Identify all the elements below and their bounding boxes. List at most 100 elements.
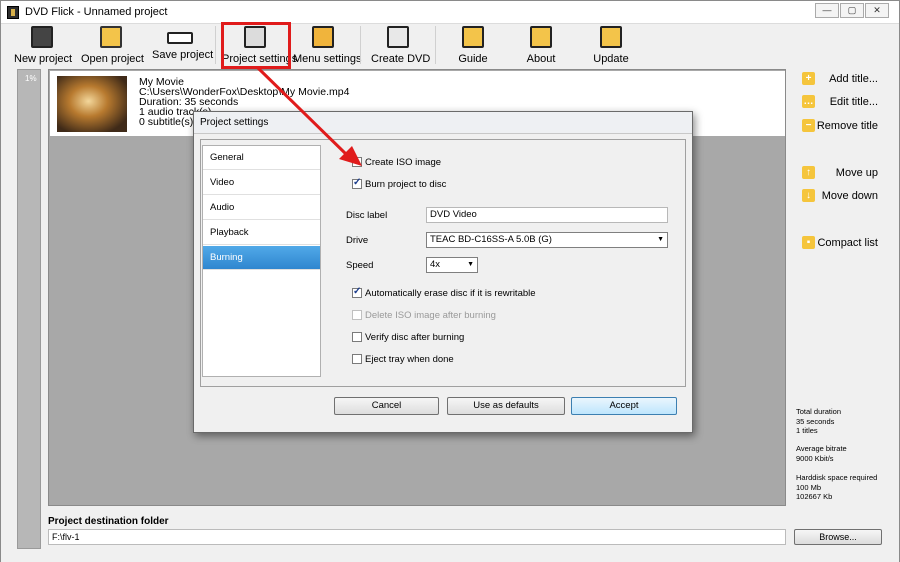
auto-erase-label: Automatically erase disc if it is rewrit… [365, 288, 536, 299]
total-duration-label: Total duration [796, 407, 842, 416]
stats-disk-space: Harddisk space required 100 Mb 102667 Kb [796, 473, 877, 502]
create-dvd-icon [387, 26, 409, 48]
arrow-down-icon: ↓ [802, 189, 815, 202]
move-up-label: Move up [835, 167, 878, 179]
disk-space-label: Harddisk space required [796, 473, 878, 482]
create-iso-label: Create ISO image [365, 157, 442, 168]
edit-title-button[interactable]: … Edit title... [802, 94, 892, 110]
guide-button[interactable]: Guide [456, 26, 490, 66]
disk-space-kb: 102667 Kb [796, 492, 833, 501]
film-strip-icon [31, 26, 53, 48]
create-dvd-button[interactable]: Create DVD [371, 26, 431, 66]
compact-list-icon: ▪ [802, 236, 815, 249]
nav-item-audio[interactable]: Audio [203, 196, 320, 220]
disc-label-input[interactable]: DVD Video [426, 207, 668, 223]
create-dvd-label: Create DVD [371, 53, 431, 65]
avg-bitrate-value: 9000 Kbit/s [796, 453, 834, 463]
remove-title-button[interactable]: − Remove title [802, 118, 892, 134]
speed-label: Speed [346, 260, 374, 271]
about-button[interactable]: About [524, 26, 558, 66]
chevron-down-icon: ▼ [467, 261, 474, 268]
burn-to-disc-checkbox[interactable] [352, 177, 362, 189]
move-down-button[interactable]: ↓ Move down [802, 188, 892, 204]
nav-item-burning[interactable]: Burning [203, 246, 320, 270]
use-as-defaults-button[interactable]: Use as defaults [447, 397, 565, 415]
folder-icon [100, 26, 122, 48]
title-subtitles: 0 subtitle(s) [139, 116, 194, 128]
nav-item-video[interactable]: Video [203, 171, 320, 195]
dialog-title: Project settings [200, 117, 269, 128]
about-icon [530, 26, 552, 48]
avg-bitrate-label: Average bitrate [796, 444, 847, 453]
app-icon [7, 6, 19, 19]
menu-settings-button[interactable]: Menu settings [293, 26, 362, 66]
remove-title-label: Remove title [816, 120, 878, 132]
delete-iso-label: Delete ISO image after burning [365, 310, 496, 321]
open-project-label: Open project [81, 53, 144, 65]
save-project-label: Save project [152, 49, 214, 61]
save-drive-icon [167, 32, 193, 44]
eject-tray-label: Eject tray when done [365, 354, 454, 365]
window-title: DVD Flick - Unnamed project [25, 6, 168, 18]
about-label: About [526, 53, 556, 65]
project-settings-highlight [221, 22, 291, 69]
progress-label: 1% [25, 74, 37, 83]
drive-value: TEAC BD-C16SS-A 5.0B (G) [430, 234, 552, 245]
toolbar-separator [435, 26, 436, 64]
project-settings-dialog: Project settings General Video Audio Pla… [193, 111, 693, 433]
chevron-down-icon: ▼ [657, 236, 664, 243]
arrow-up-icon: ↑ [802, 166, 815, 179]
new-project-label: New project [14, 53, 73, 65]
title-bar: DVD Flick - Unnamed project — ▢ ✕ [1, 1, 899, 24]
progress-bar: 1% [17, 69, 41, 549]
new-project-button[interactable]: New project [14, 26, 73, 66]
minimize-button[interactable]: — [815, 3, 839, 18]
nav-item-playback[interactable]: Playback [203, 221, 320, 245]
disc-label-label: Disc label [346, 210, 388, 221]
cancel-button[interactable]: Cancel [334, 397, 439, 415]
verify-disc-checkbox[interactable] [352, 332, 362, 342]
compact-list-label: Compact list [817, 237, 878, 249]
accept-button[interactable]: Accept [571, 397, 677, 415]
browse-button[interactable]: Browse... [794, 529, 882, 545]
update-label: Update [593, 53, 629, 65]
menu-settings-icon [312, 26, 334, 48]
close-button[interactable]: ✕ [865, 3, 889, 18]
speed-select[interactable]: 4x ▼ [426, 257, 478, 273]
video-thumbnail [57, 76, 127, 132]
destination-folder-label: Project destination folder [48, 516, 169, 527]
auto-erase-checkbox[interactable] [352, 286, 362, 298]
dialog-title-bar: Project settings [194, 112, 692, 134]
drive-label: Drive [346, 235, 369, 246]
verify-disc-label: Verify disc after burning [365, 332, 465, 343]
delete-iso-checkbox[interactable] [352, 310, 362, 320]
guide-icon [462, 26, 484, 48]
toolbar-separator [215, 26, 216, 64]
update-button[interactable]: Update [593, 26, 629, 66]
eject-tray-checkbox[interactable] [352, 354, 362, 364]
titles-count: 1 titles [796, 426, 818, 435]
disk-space-mb: 100 Mb [796, 482, 822, 492]
stats-bitrate: Average bitrate 9000 Kbit/s [796, 444, 847, 463]
stats-total-duration: Total duration 35 seconds 1 titles [796, 407, 841, 436]
maximize-button[interactable]: ▢ [840, 3, 864, 18]
drive-select[interactable]: TEAC BD-C16SS-A 5.0B (G) ▼ [426, 232, 668, 248]
guide-label: Guide [458, 53, 488, 65]
create-iso-checkbox[interactable] [352, 157, 362, 167]
move-down-label: Move down [821, 190, 878, 202]
compact-list-button[interactable]: ▪ Compact list [802, 235, 892, 251]
update-icon [600, 26, 622, 48]
menu-settings-label: Menu settings [293, 53, 362, 65]
total-duration-value: 35 seconds [796, 416, 835, 426]
add-title-button[interactable]: + Add title... [802, 71, 892, 87]
open-project-button[interactable]: Open project [81, 26, 144, 66]
save-project-button[interactable]: Save project [152, 26, 214, 66]
ellipsis-icon: … [802, 95, 815, 108]
move-up-button[interactable]: ↑ Move up [802, 165, 892, 181]
settings-nav: General Video Audio Playback Burning [202, 145, 321, 377]
destination-folder-input[interactable]: F:\flv-1 [48, 529, 786, 545]
add-title-label: Add title... [829, 73, 878, 85]
plus-icon: + [802, 72, 815, 85]
toolbar-separator [360, 26, 361, 64]
nav-item-general[interactable]: General [203, 146, 320, 170]
